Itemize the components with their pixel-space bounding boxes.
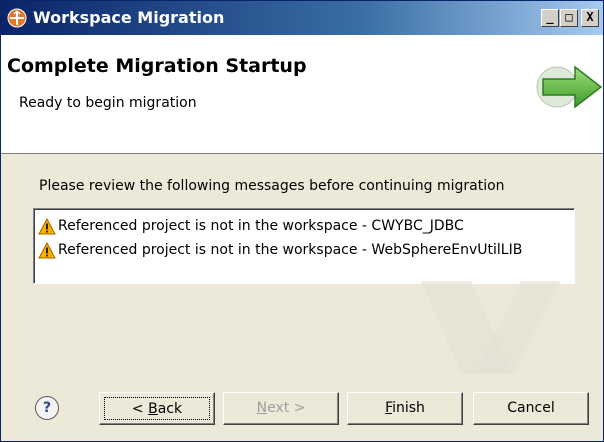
maximize-button[interactable]: □ bbox=[560, 9, 578, 27]
back-mnemonic: B bbox=[148, 401, 158, 417]
finish-button[interactable]: Finish bbox=[347, 392, 463, 425]
button-bar: ? < Back Next > Finish Cancel bbox=[1, 374, 603, 441]
warning-icon bbox=[38, 241, 56, 258]
list-item[interactable]: Referenced project is not in the workspa… bbox=[38, 239, 522, 261]
app-icon bbox=[7, 8, 27, 28]
back-button[interactable]: < Back bbox=[99, 392, 215, 425]
finish-label-rest: inish bbox=[392, 400, 425, 416]
warning-icon bbox=[38, 217, 56, 234]
focus-ring: < Back bbox=[104, 397, 210, 420]
cancel-button[interactable]: Cancel bbox=[473, 392, 589, 425]
next-mnemonic: N bbox=[256, 400, 268, 416]
next-button[interactable]: Next > bbox=[223, 392, 339, 425]
message-text: Referenced project is not in the workspa… bbox=[58, 242, 523, 258]
content-area: Please review the following messages bef… bbox=[1, 154, 603, 374]
back-prefix: < bbox=[131, 401, 149, 417]
instructions-text: Please review the following messages bef… bbox=[39, 178, 505, 194]
minimize-button[interactable]: _ bbox=[541, 9, 559, 27]
back-label-rest: ack bbox=[157, 401, 183, 417]
window-title: Workspace Migration bbox=[33, 8, 225, 27]
close-button[interactable]: X bbox=[581, 9, 599, 27]
page-subtitle: Ready to begin migration bbox=[19, 95, 197, 111]
migration-arrow-icon bbox=[536, 65, 603, 109]
next-label-rest: ext > bbox=[267, 400, 306, 416]
help-icon[interactable]: ? bbox=[35, 396, 59, 420]
title-bar[interactable]: Workspace Migration _ □ X bbox=[1, 1, 603, 35]
message-text: Referenced project is not in the workspa… bbox=[58, 218, 464, 234]
message-list[interactable]: Referenced project is not in the workspa… bbox=[33, 208, 575, 284]
list-item[interactable]: Referenced project is not in the workspa… bbox=[38, 215, 464, 237]
page-title: Complete Migration Startup bbox=[7, 55, 307, 77]
workspace-migration-dialog: Workspace Migration _ □ X Complete Migra… bbox=[0, 0, 604, 442]
wizard-header: Complete Migration Startup Ready to begi… bbox=[1, 35, 603, 154]
